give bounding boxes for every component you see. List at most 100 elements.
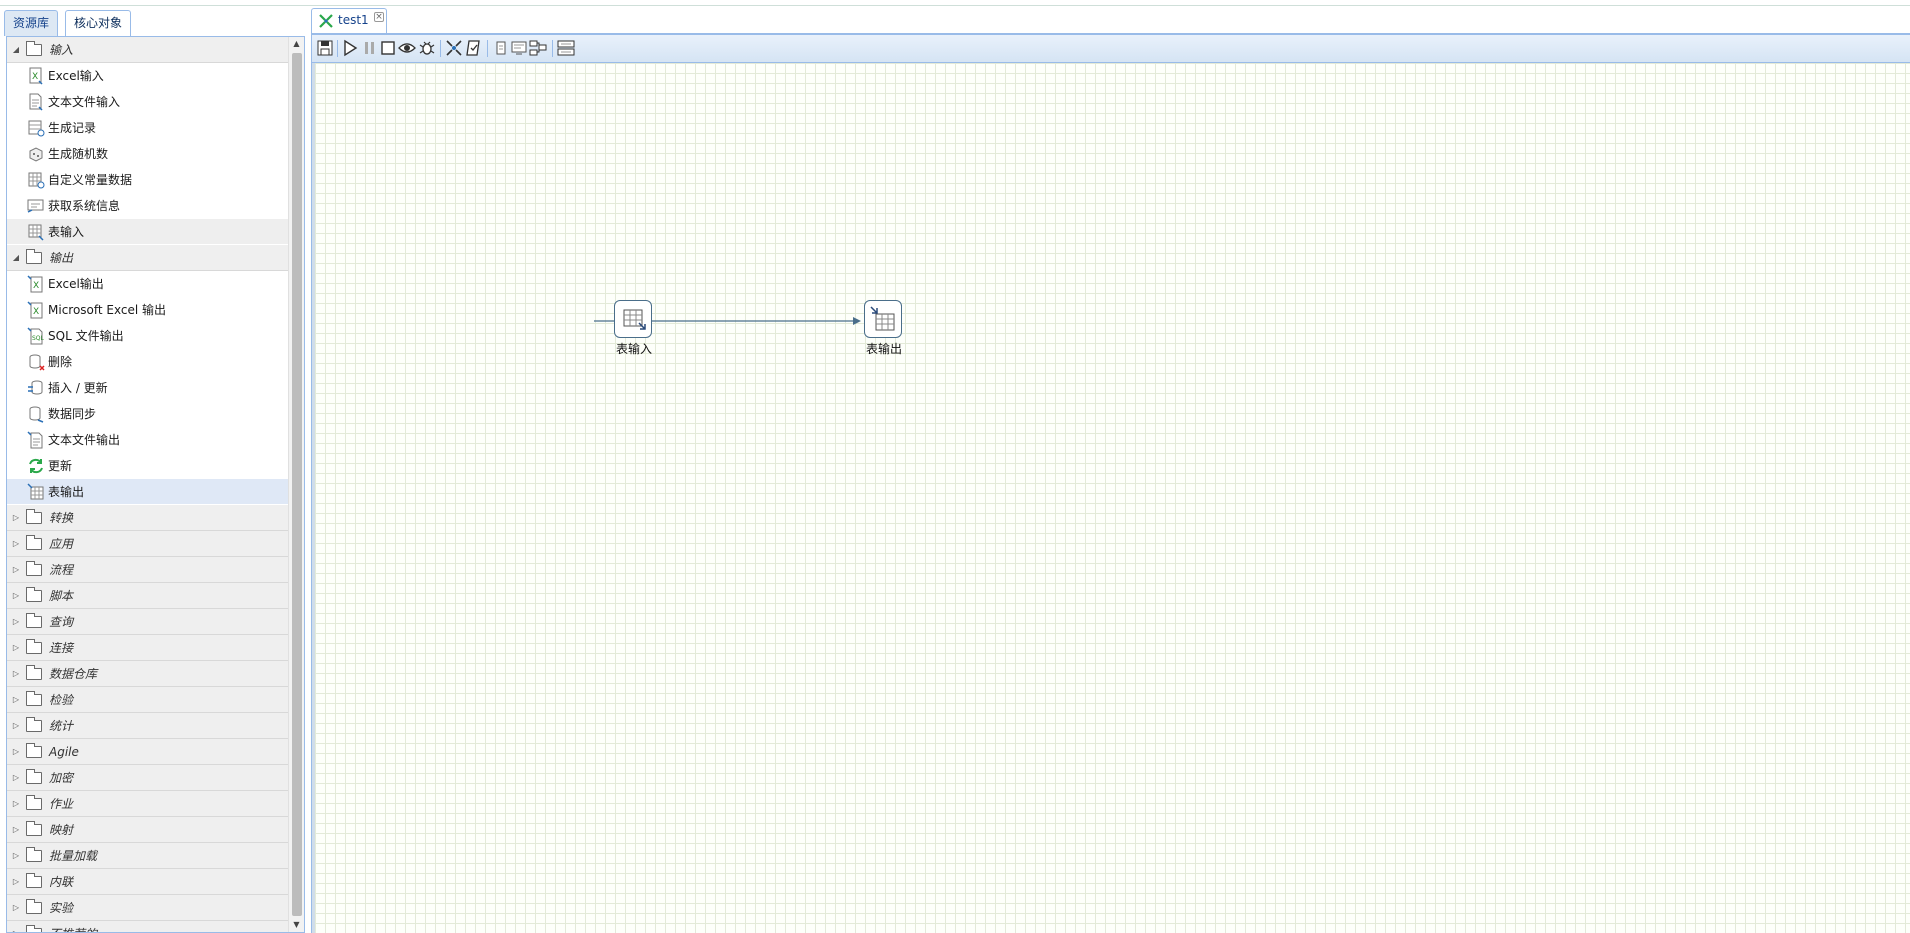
collapsed-arrow-icon[interactable]: ▷ [11, 869, 21, 895]
step-synchronize[interactable]: 数据同步 [7, 401, 288, 427]
step-data-grid[interactable]: 自定义常量数据 [7, 167, 288, 193]
debug-icon[interactable] [418, 39, 436, 57]
category-mapping[interactable]: ▷ 映射 [7, 817, 288, 843]
category-bulk-loading[interactable]: ▷ 批量加载 [7, 843, 288, 869]
step-label: 表输出 [48, 485, 85, 499]
step-ms-excel-output[interactable]: X Microsoft Excel 输出 [7, 297, 288, 323]
folder-icon [26, 873, 42, 888]
run-icon[interactable] [341, 39, 359, 57]
category-data-warehouse[interactable]: ▷ 数据仓库 [7, 661, 288, 687]
category-label: 实验 [49, 901, 74, 915]
collapsed-arrow-icon[interactable]: ▷ [11, 661, 21, 687]
category-label: 转换 [49, 511, 74, 525]
category-label: 不推荐的 [49, 921, 97, 932]
toolbar-separator [487, 40, 488, 57]
dependency-icon[interactable] [529, 39, 547, 57]
step-excel-output[interactable]: X Excel输出 [7, 271, 288, 297]
step-generate-rows[interactable]: 生成记录 [7, 115, 288, 141]
collapsed-arrow-icon[interactable]: ▷ [11, 531, 21, 557]
node-table-output[interactable]: 表输出 [864, 300, 904, 356]
category-lookup[interactable]: ▷ 查询 [7, 609, 288, 635]
category-agile[interactable]: ▷ Agile [7, 739, 288, 765]
stop-icon[interactable] [379, 39, 397, 57]
folder-icon [26, 639, 42, 654]
node-label: 表输入 [615, 342, 652, 356]
scroll-down-icon[interactable]: ▼ [289, 918, 304, 932]
collapsed-arrow-icon[interactable]: ▷ [11, 635, 21, 661]
collapsed-arrow-icon[interactable]: ▷ [11, 609, 21, 635]
collapsed-arrow-icon[interactable]: ▷ [11, 739, 21, 765]
collapsed-arrow-icon[interactable]: ▷ [11, 765, 21, 791]
collapsed-arrow-icon[interactable]: ▷ [11, 557, 21, 583]
step-text-file-output[interactable]: 文本文件输出 [7, 427, 288, 453]
category-utility[interactable]: ▷ 应用 [7, 531, 288, 557]
collapsed-arrow-icon[interactable]: ▷ [11, 817, 21, 843]
collapsed-arrow-icon[interactable]: ▷ [11, 583, 21, 609]
scroll-thumb[interactable] [292, 53, 302, 916]
category-scripting[interactable]: ▷ 脚本 [7, 583, 288, 609]
verify-icon[interactable] [465, 39, 483, 57]
folder-icon [26, 249, 42, 264]
collapsed-arrow-icon[interactable]: ▷ [11, 687, 21, 713]
folder-icon [26, 899, 42, 914]
text-file-input-icon [29, 93, 43, 111]
category-output[interactable]: ◢ 输出 [7, 245, 288, 271]
folder-icon [26, 665, 42, 680]
category-job[interactable]: ▷ 作业 [7, 791, 288, 817]
folder-icon [26, 535, 42, 550]
node-box[interactable] [864, 300, 902, 338]
save-icon[interactable] [316, 39, 334, 57]
category-joins[interactable]: ▷ 连接 [7, 635, 288, 661]
step-label: 数据同步 [48, 407, 97, 421]
hop-arrow[interactable] [315, 63, 1315, 563]
category-flow[interactable]: ▷ 流程 [7, 557, 288, 583]
step-update[interactable]: 更新 [7, 453, 288, 479]
impact-icon[interactable] [492, 39, 510, 57]
collapsed-arrow-icon[interactable]: ▷ [11, 921, 21, 932]
node-box[interactable] [614, 300, 652, 338]
step-sql-file-output[interactable]: SQL SQL 文件输出 [7, 323, 288, 349]
category-experimental[interactable]: ▷ 实验 [7, 895, 288, 921]
node-label: 表输出 [865, 342, 902, 356]
synchronize-icon [29, 406, 44, 423]
close-icon[interactable]: × [374, 12, 384, 22]
collapsed-arrow-icon[interactable]: ▷ [11, 505, 21, 531]
category-transform[interactable]: ▷ 转换 [7, 505, 288, 531]
step-text-file-input[interactable]: 文本文件输入 [7, 89, 288, 115]
design-canvas[interactable]: 表输入 表输出 [312, 63, 1910, 933]
folder-icon [26, 613, 42, 628]
sql-icon[interactable] [510, 39, 528, 57]
collapsed-arrow-icon[interactable]: ▷ [11, 843, 21, 869]
step-table-output[interactable]: 表输出 [7, 479, 288, 505]
category-deprecated[interactable]: ▷ 不推荐的 [7, 921, 288, 932]
tab-test1[interactable]: test1 × [311, 8, 387, 34]
excel-input-icon: X [29, 67, 43, 85]
category-cryptography[interactable]: ▷ 加密 [7, 765, 288, 791]
tab-core-objects[interactable]: 核心对象 [65, 10, 132, 37]
pause-icon[interactable] [361, 39, 379, 57]
node-table-input[interactable]: 表输入 [614, 300, 654, 356]
tab-repository[interactable]: 资源库 [4, 10, 59, 36]
scroll-up-icon[interactable]: ▲ [289, 37, 304, 51]
align-icon[interactable] [557, 39, 575, 57]
expanded-arrow-icon[interactable]: ◢ [11, 37, 21, 63]
collapsed-arrow-icon[interactable]: ▷ [11, 791, 21, 817]
tree-scrollbar[interactable]: ▲ ▼ [288, 37, 304, 932]
collapsed-arrow-icon[interactable]: ▷ [11, 713, 21, 739]
step-table-input[interactable]: 表输入 [7, 219, 288, 245]
step-generate-random[interactable]: 生成随机数 [7, 141, 288, 167]
category-label: 查询 [49, 615, 74, 629]
category-statistics[interactable]: ▷ 统计 [7, 713, 288, 739]
step-insert-update[interactable]: 插入 / 更新 [7, 375, 288, 401]
step-excel-input[interactable]: X Excel输入 [7, 63, 288, 89]
step-system-info[interactable]: 获取系统信息 [7, 193, 288, 219]
collapsed-arrow-icon[interactable]: ▷ [11, 895, 21, 921]
expanded-arrow-icon[interactable]: ◢ [11, 245, 21, 271]
top-rule [0, 0, 1910, 6]
preview-icon[interactable] [398, 39, 416, 57]
category-inline[interactable]: ▷ 内联 [7, 869, 288, 895]
replay-icon[interactable] [445, 39, 463, 57]
step-delete[interactable]: 删除 [7, 349, 288, 375]
category-input[interactable]: ◢ 输入 [7, 37, 288, 63]
category-validation[interactable]: ▷ 检验 [7, 687, 288, 713]
